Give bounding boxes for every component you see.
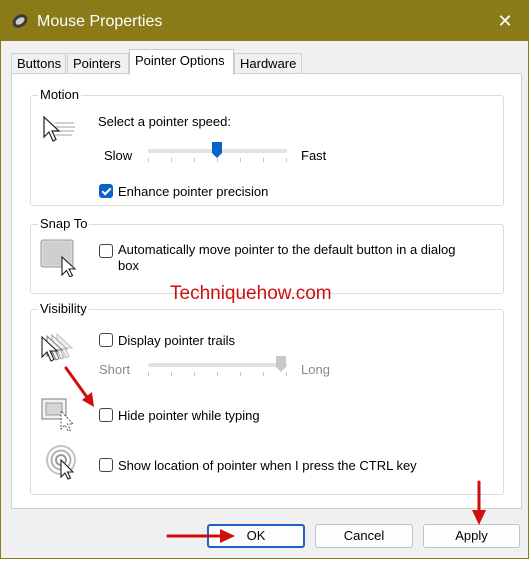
trails-long-label: Long	[301, 362, 330, 377]
snap-to-label-line2: box	[118, 258, 139, 273]
pointer-speed-slider[interactable]	[211, 141, 223, 159]
cancel-button[interactable]: Cancel	[315, 524, 413, 548]
snap-to-default-checkbox[interactable]	[99, 244, 113, 258]
pointer-trails-checkbox[interactable]	[99, 333, 113, 347]
visibility-group-label: Visibility	[38, 301, 89, 316]
pointer-trails-label: Display pointer trails	[118, 333, 236, 348]
slow-label: Slow	[104, 148, 133, 163]
enhance-precision-checkbox[interactable]	[99, 184, 113, 198]
tab-hardware[interactable]: Hardware	[234, 53, 302, 73]
mouse-properties-window: Mouse Properties ✕ Buttons Pointers Poin…	[0, 0, 529, 559]
pointer-trails-icon	[41, 332, 74, 362]
snap-to-icon	[40, 239, 77, 277]
show-location-label: Show location of pointer when I press th…	[118, 458, 417, 473]
show-location-checkbox[interactable]	[99, 458, 113, 472]
tab-buttons[interactable]: Buttons	[11, 53, 66, 73]
pointer-speed-label: Select a pointer speed:	[98, 114, 231, 129]
snap-to-label-line1: Automatically move pointer to the defaul…	[118, 242, 456, 257]
hide-pointer-label: Hide pointer while typing	[118, 408, 260, 423]
trails-short-label: Short	[99, 362, 131, 377]
apply-button[interactable]: Apply	[423, 524, 520, 548]
trails-length-slider[interactable]	[275, 355, 287, 373]
pointer-speed-icon	[43, 115, 75, 142]
title-bar: Mouse Properties ✕	[1, 1, 528, 41]
mouse-icon	[12, 14, 28, 28]
enhance-precision-label: Enhance pointer precision	[118, 184, 269, 199]
show-location-icon	[46, 445, 76, 480]
motion-group-label: Motion	[38, 87, 82, 102]
motion-group: Motion Select a pointer speed: Slow Fast	[30, 87, 504, 206]
fast-label: Fast	[301, 148, 327, 163]
trails-length-track[interactable]	[148, 363, 287, 367]
tab-pointer-options[interactable]: Pointer Options	[129, 49, 234, 75]
tab-pointers[interactable]: Pointers	[67, 53, 129, 73]
window-title: Mouse Properties	[37, 13, 163, 30]
close-button[interactable]: ✕	[482, 1, 528, 41]
watermark-text: Techniquehow.com	[170, 283, 332, 304]
visibility-group: Visibility Display pointer trails Short …	[30, 301, 504, 495]
annotation-arrow-apply	[472, 480, 486, 525]
snap-to-group-label: Snap To	[38, 216, 90, 231]
annotation-arrow-ok	[166, 529, 235, 543]
hide-pointer-checkbox[interactable]	[99, 408, 113, 422]
annotation-arrow-hide-pointer	[64, 366, 94, 407]
